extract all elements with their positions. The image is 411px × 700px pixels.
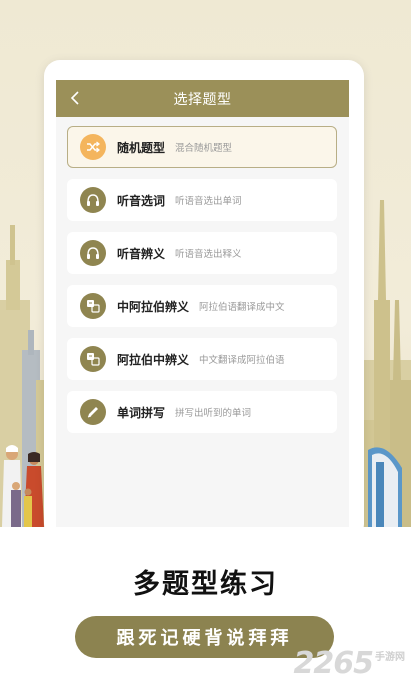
question-type-arabic-cn[interactable]: 阿拉伯中辨义 中文翻译成阿拉伯语: [67, 338, 337, 380]
item-description: 混合随机题型: [175, 143, 233, 154]
promo-section: 多题型练习 跟死记硬背说拜拜 2265 手游网: [0, 527, 411, 700]
item-label: 中阿拉伯辨义: [117, 299, 190, 314]
page-title: 选择题型: [173, 91, 232, 108]
question-type-cn-arabic[interactable]: 中阿拉伯辨义 阿拉伯语翻译成中文: [67, 285, 337, 327]
promo-headline: 多题型练习: [133, 569, 278, 600]
app-screen: 选择题型 随机题型 混合随机题型 听音选词 听语音选出单词 听音辨义 听语音选出…: [56, 80, 349, 527]
watermark: 2265 手游网: [294, 648, 406, 679]
question-type-spelling[interactable]: 单词拼写 拼写出听到的单词: [67, 391, 337, 433]
translate-icon: [80, 346, 106, 372]
item-description: 中文翻译成阿拉伯语: [199, 355, 285, 366]
shuffle-icon: [80, 134, 106, 160]
item-label: 随机题型: [117, 140, 166, 155]
item-label: 单词拼写: [117, 405, 166, 420]
item-label: 听音选词: [117, 193, 166, 208]
question-type-listen-word[interactable]: 听音选词 听语音选出单词: [67, 179, 337, 221]
headphones-icon: [80, 187, 106, 213]
translate-icon: [80, 293, 106, 319]
question-type-random[interactable]: 随机题型 混合随机题型: [67, 126, 337, 168]
item-label: 听音辨义: [117, 246, 166, 261]
promo-slogan: 跟死记硬背说拜拜: [116, 628, 293, 649]
back-button[interactable]: [66, 89, 84, 107]
nav-bar: 选择题型: [56, 80, 349, 117]
question-type-list: 随机题型 混合随机题型 听音选词 听语音选出单词 听音辨义 听语音选出释义 中阿…: [56, 117, 349, 433]
watermark-number: 2265: [293, 646, 374, 681]
watermark-text: 手游网: [375, 652, 405, 663]
question-type-listen-meaning[interactable]: 听音辨义 听语音选出释义: [67, 232, 337, 274]
item-description: 听语音选出单词: [175, 196, 242, 207]
item-label: 阿拉伯中辨义: [117, 352, 190, 367]
headphones-icon: [80, 240, 106, 266]
item-description: 拼写出听到的单词: [175, 408, 252, 419]
item-description: 阿拉伯语翻译成中文: [199, 302, 285, 313]
item-description: 听语音选出释义: [175, 249, 242, 260]
chevron-left-icon: [70, 91, 79, 105]
pencil-icon: [80, 399, 106, 425]
